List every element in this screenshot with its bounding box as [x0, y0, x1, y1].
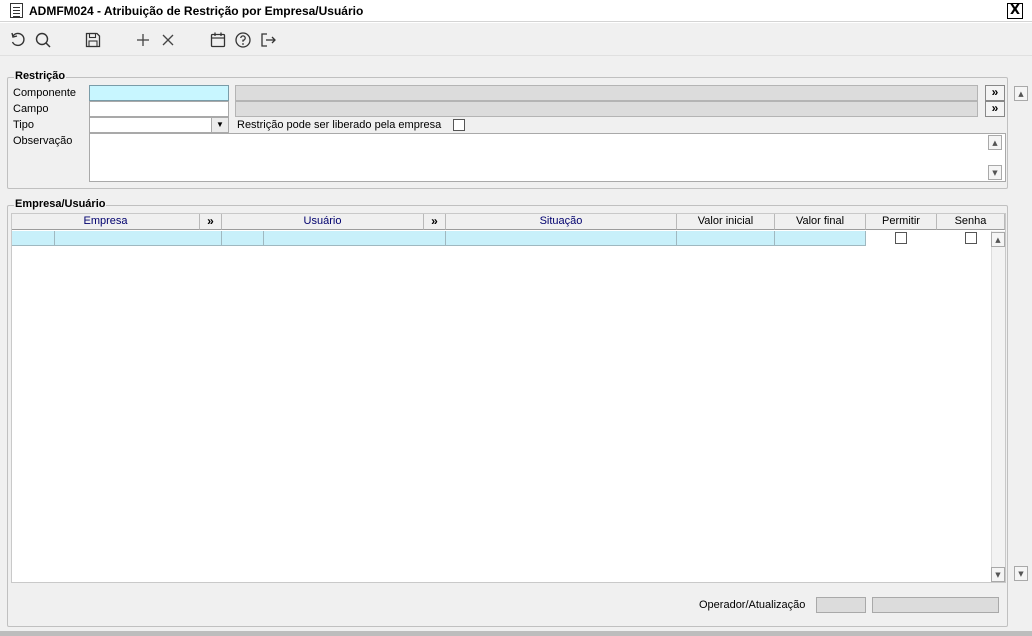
empresa-usuario-grid: Empresa » Usuário » Situação Valor inici… — [11, 213, 1006, 583]
componente-label: Componente — [13, 87, 76, 99]
usuario-lookup-button[interactable]: » — [424, 214, 446, 230]
componente-description — [235, 85, 978, 101]
operador-atualizacao-label: Operador/Atualização — [699, 599, 806, 611]
grid-scrollbar[interactable] — [991, 231, 1005, 582]
add-button[interactable] — [133, 30, 153, 50]
observacao-label: Observação — [13, 135, 73, 147]
exit-button[interactable] — [258, 30, 278, 50]
close-icon — [162, 34, 174, 46]
table-row-situacao[interactable] — [446, 231, 677, 246]
tipo-select[interactable]: ▼ — [89, 117, 229, 133]
grid-scroll-down-icon[interactable]: ▼ — [991, 567, 1005, 582]
componente-lookup-button[interactable]: » — [985, 85, 1005, 101]
restricao-legend: Restrição — [14, 70, 67, 82]
campo-description — [235, 101, 978, 117]
help-button[interactable] — [233, 30, 253, 50]
observacao-scroll-up-icon[interactable]: ▲ — [988, 135, 1002, 150]
column-header-permitir[interactable]: Permitir — [866, 214, 937, 230]
delete-button[interactable] — [158, 30, 178, 50]
campo-label: Campo — [13, 103, 49, 115]
toolbar — [0, 23, 1032, 56]
exit-icon — [261, 33, 276, 47]
search-icon — [35, 32, 51, 48]
atualizacao-field — [872, 597, 999, 613]
refresh-button[interactable] — [8, 30, 28, 50]
refresh-icon — [11, 32, 25, 47]
componente-field[interactable] — [89, 85, 229, 101]
scroll-up-icon[interactable]: ▲ — [1014, 86, 1028, 101]
document-icon — [10, 3, 23, 18]
observacao-scroll-down-icon[interactable]: ▼ — [988, 165, 1002, 180]
calendar-icon — [210, 32, 226, 48]
table-row-senha-checkbox[interactable] — [965, 232, 977, 244]
chevron-down-icon[interactable]: ▼ — [211, 118, 228, 132]
column-header-usuario[interactable]: Usuário — [222, 214, 424, 230]
liberado-checkbox[interactable] — [453, 119, 465, 131]
bottom-border — [0, 631, 1032, 636]
grid-scroll-up-icon[interactable]: ▲ — [991, 232, 1005, 247]
table-row-empresa-nome[interactable] — [55, 231, 222, 246]
outer-scrollbar[interactable]: ▲ ▼ — [1012, 56, 1032, 636]
tipo-label: Tipo — [13, 119, 34, 131]
save-icon — [85, 32, 101, 48]
column-header-empresa[interactable]: Empresa — [12, 214, 200, 230]
calendar-button[interactable] — [208, 30, 228, 50]
campo-lookup-button[interactable]: » — [985, 101, 1005, 117]
campo-field[interactable] — [89, 101, 229, 117]
title-bar: ADMFM024 - Atribuição de Restrição por E… — [0, 0, 1032, 22]
table-row-valor-inicial[interactable] — [677, 231, 775, 246]
empresa-usuario-legend: Empresa/Usuário — [14, 198, 107, 210]
empresa-lookup-button[interactable]: » — [200, 214, 222, 230]
column-header-valor-inicial[interactable]: Valor inicial — [677, 214, 775, 230]
liberado-label: Restrição pode ser liberado pela empresa — [237, 119, 442, 131]
close-window-button[interactable]: X — [1007, 3, 1023, 19]
column-header-valor-final[interactable]: Valor final — [775, 214, 866, 230]
scroll-down-icon[interactable]: ▼ — [1014, 566, 1028, 581]
table-row-empresa-cod[interactable] — [12, 231, 55, 246]
search-button[interactable] — [33, 30, 53, 50]
observacao-textarea[interactable]: ▲ ▼ — [89, 133, 1006, 182]
table-row-valor-final[interactable] — [775, 231, 866, 246]
table-row-usuario-nome[interactable] — [264, 231, 446, 246]
window-title: ADMFM024 - Atribuição de Restrição por E… — [29, 4, 364, 18]
help-icon — [235, 32, 251, 48]
save-button[interactable] — [83, 30, 103, 50]
column-header-senha[interactable]: Senha — [937, 214, 1005, 230]
plus-icon — [137, 34, 149, 46]
operador-field — [816, 597, 866, 613]
table-row-permitir-checkbox[interactable] — [895, 232, 907, 244]
column-header-situacao[interactable]: Situação — [446, 214, 677, 230]
table-row-usuario-cod[interactable] — [222, 231, 264, 246]
